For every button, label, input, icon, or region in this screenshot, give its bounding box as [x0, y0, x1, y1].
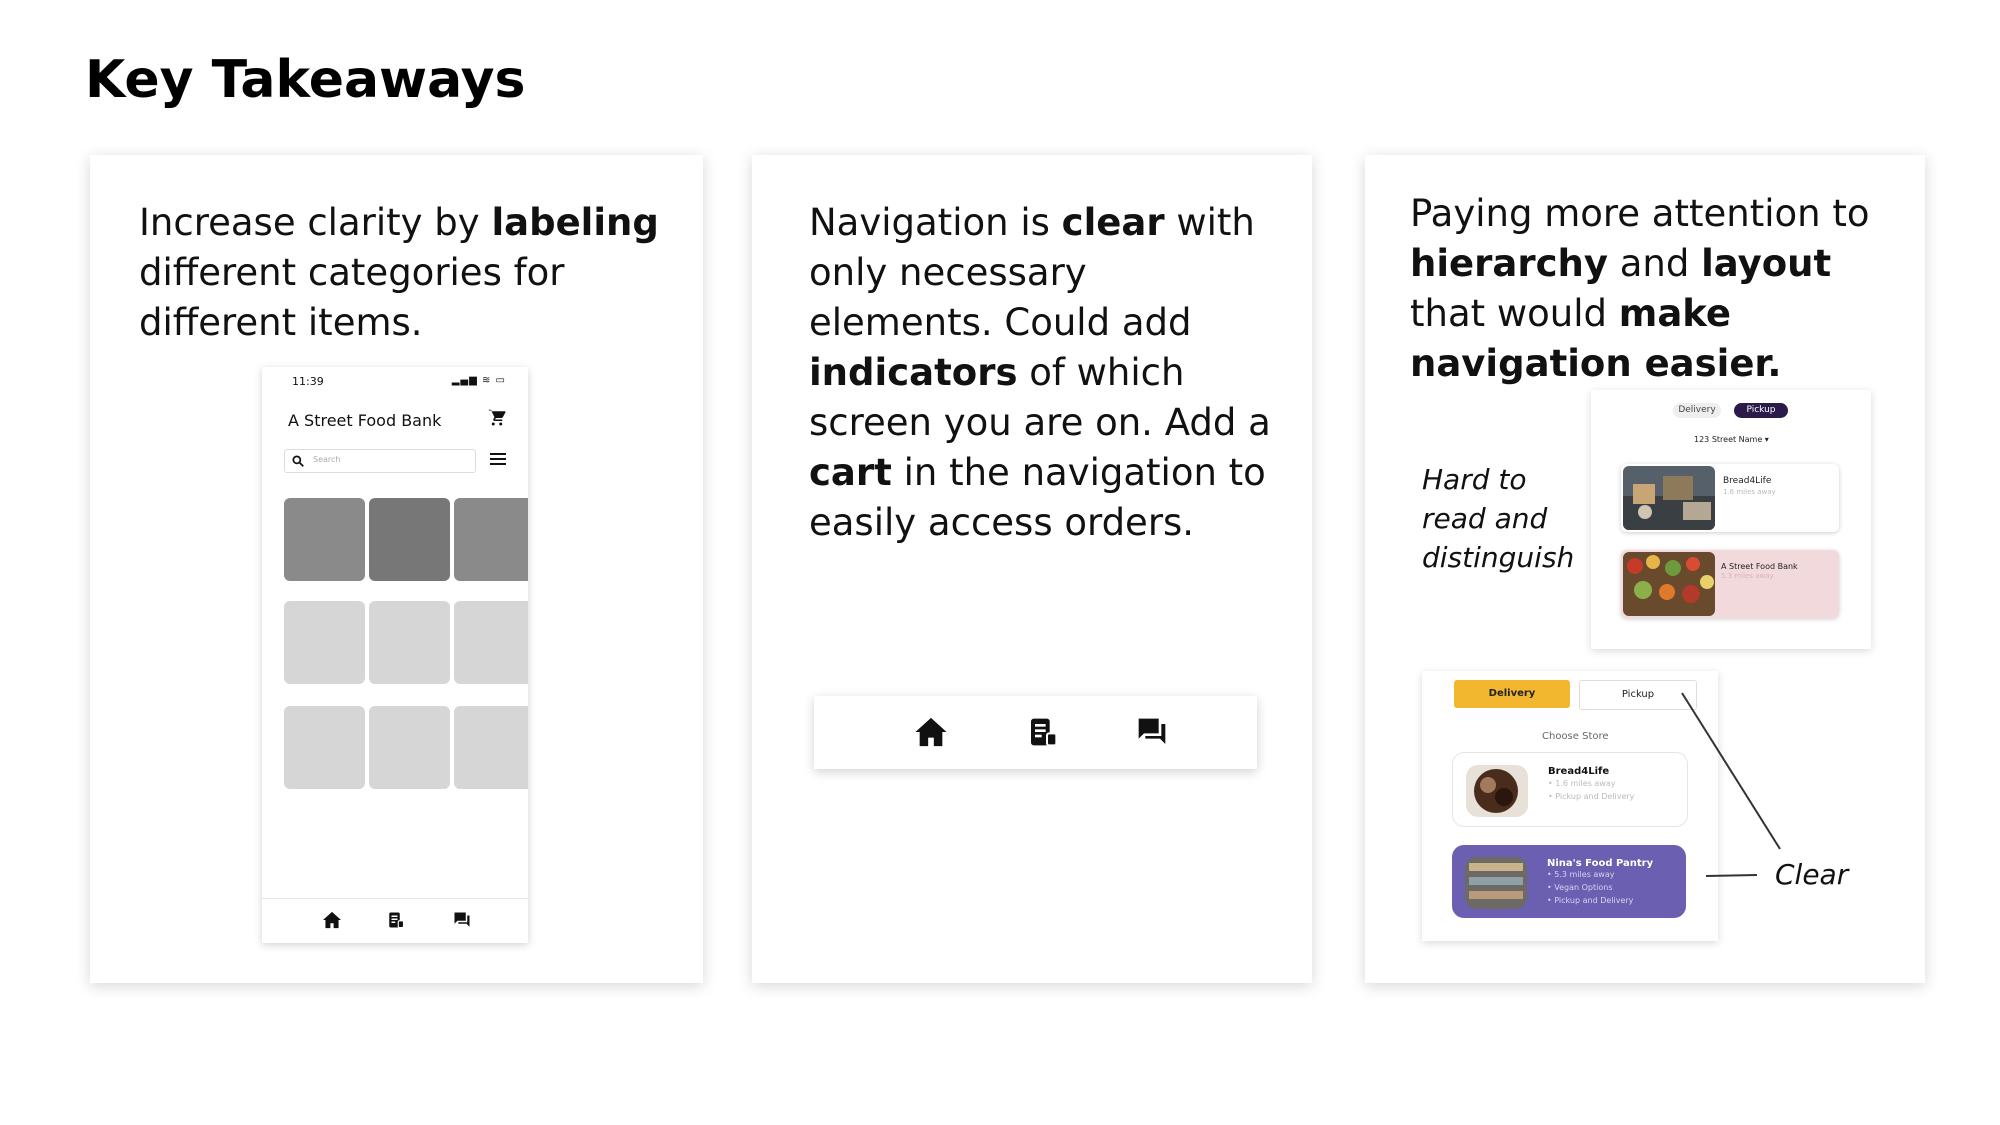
- callout-lines: [1681, 692, 1781, 877]
- note-clear: Clear: [1775, 858, 1849, 891]
